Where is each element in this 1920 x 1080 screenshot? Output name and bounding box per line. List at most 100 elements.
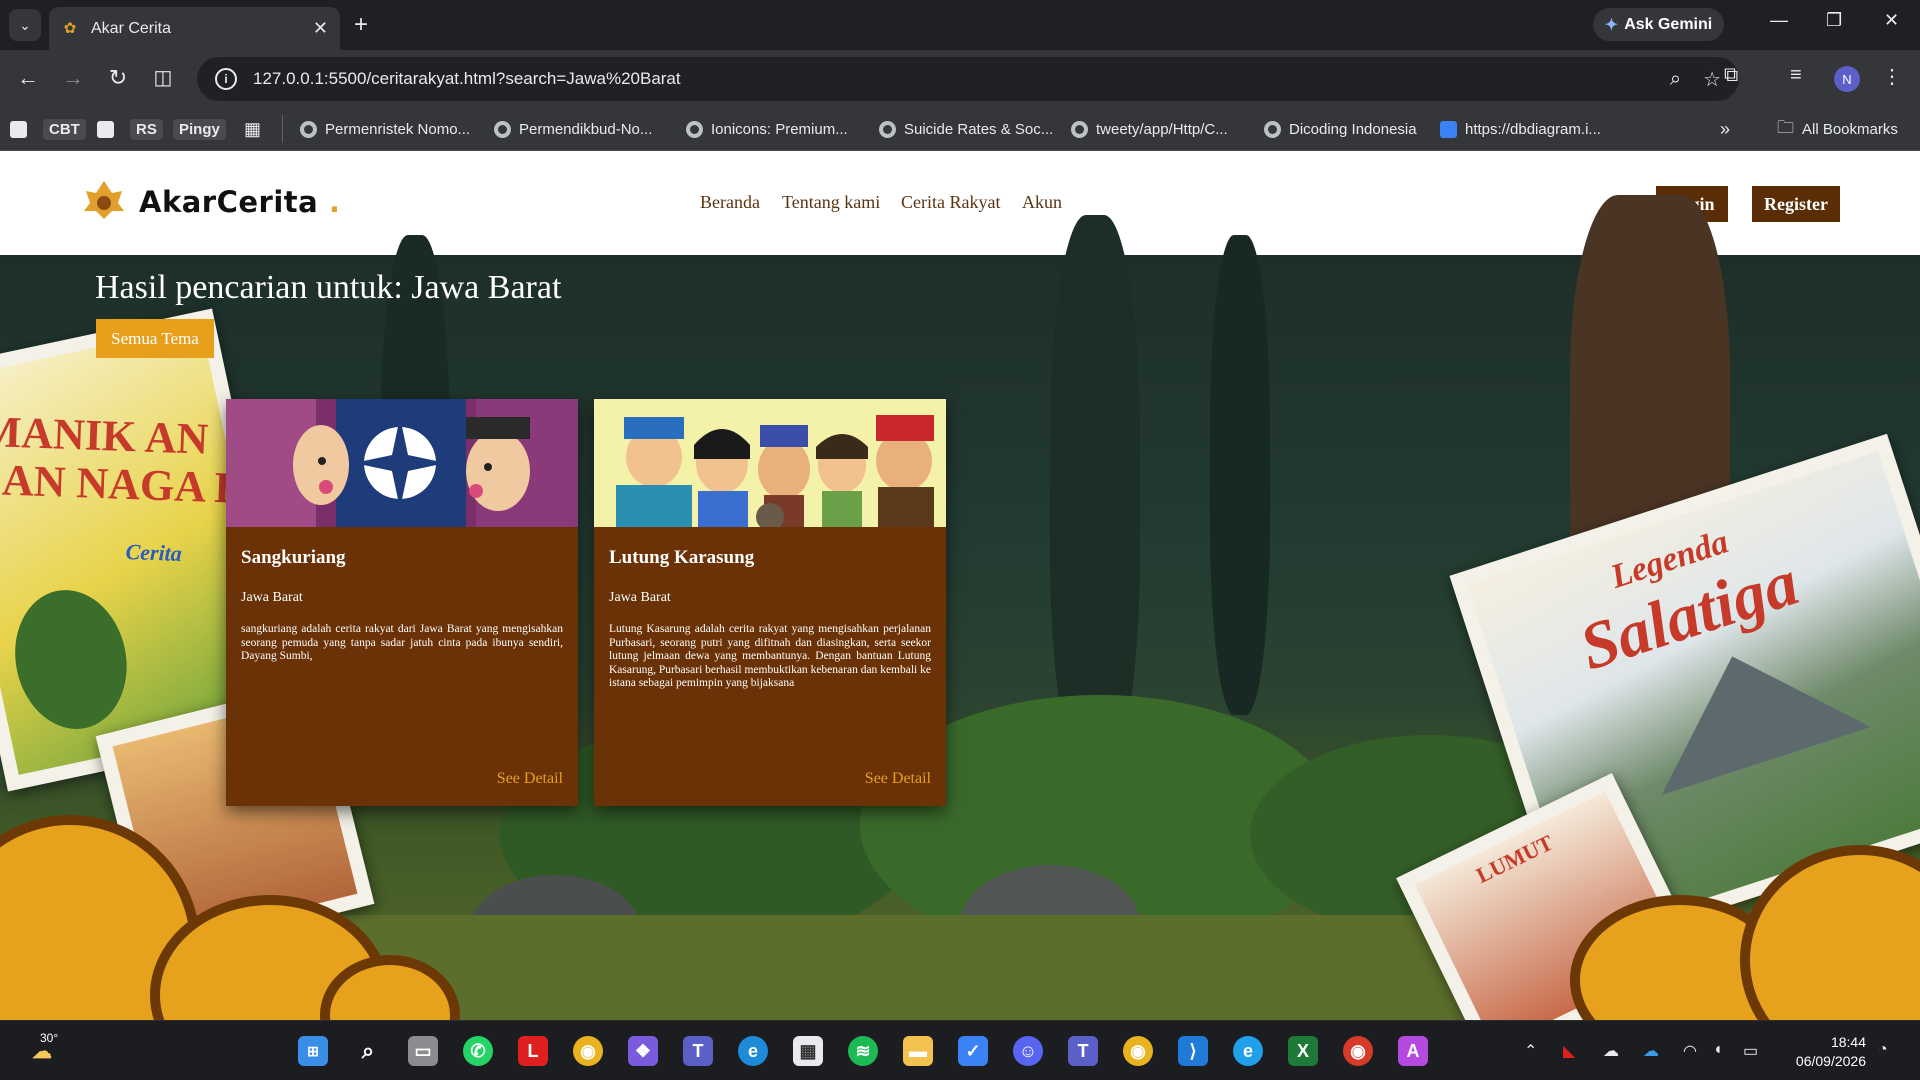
bookmark-star-icon[interactable]: ☆ <box>1703 67 1721 92</box>
vscode-icon[interactable]: ⟩ <box>1178 1036 1208 1066</box>
copilot-icon[interactable]: ❖ <box>628 1036 658 1066</box>
see-detail-link[interactable]: See Detail <box>497 770 563 788</box>
affinity-icon[interactable]: A <box>1398 1036 1428 1066</box>
nav-akun[interactable]: Akun <box>1022 192 1062 213</box>
browser-titlebar: ⌄ ✿ Akar Cerita ✕ + ✦ Ask Gemini — ❐ ✕ <box>0 0 1920 50</box>
reload-icon[interactable]: ↻ <box>104 64 132 92</box>
all-bookmarks-button[interactable]: 🗀 All Bookmarks <box>1777 116 1898 142</box>
site-logo-text[interactable]: AkarCerita . <box>139 185 340 219</box>
globe-icon <box>1264 120 1281 138</box>
bookmark-dbdiagram[interactable]: https://dbdiagram.i... <box>1440 116 1601 142</box>
todo-icon[interactable]: ✓ <box>958 1036 988 1066</box>
zoom-icon[interactable]: ⌕ <box>1670 68 1681 91</box>
back-arrow-icon[interactable]: ← <box>14 64 42 92</box>
search-icon[interactable]: ⌕ <box>353 1036 383 1066</box>
notification-bell-icon[interactable]: ◔ <box>1878 1041 1888 1059</box>
site-info-icon[interactable]: i <box>215 68 237 90</box>
onedrive-tray-icon[interactable]: ☁ <box>1643 1041 1659 1061</box>
bookmark-cbt[interactable]: CBT <box>43 116 86 142</box>
battery-icon[interactable]: ▭ <box>1743 1041 1758 1061</box>
file-explorer-icon[interactable]: ▬ <box>903 1036 933 1066</box>
bookmark-permendikbud[interactable]: Permendikbud-No... <box>494 116 652 142</box>
bookmark-label: Suicide Rates & Soc... <box>904 120 1054 138</box>
browser-tab-active[interactable]: ✿ Akar Cerita ✕ <box>49 7 340 50</box>
search-result-title: Hasil pencarian untuk: Jawa Barat <box>95 269 562 306</box>
windows-start-icon[interactable]: ⊞ <box>298 1036 328 1066</box>
tray-overflow-chevron-icon[interactable]: ⌃ <box>1524 1041 1537 1061</box>
bookmark-dicoding[interactable]: Dicoding Indonesia <box>1264 116 1417 142</box>
bookmark-tweety[interactable]: tweety/app/Http/C... <box>1071 116 1228 142</box>
nav-beranda[interactable]: Beranda <box>700 192 760 213</box>
nav-tentang-kami[interactable]: Tentang kami <box>782 192 880 213</box>
new-tab-button[interactable]: + <box>354 11 368 39</box>
windows-taskbar: ☁ 30° ⊞ ⌕ ▭ ✆ L ◉ ❖ T e ▦ ≋ ▬ ✓ ☺ T ◉ ⟩ … <box>0 1020 1920 1080</box>
more-bookmarks-chevron-icon[interactable]: » <box>1720 116 1730 142</box>
network-cloud-tray-icon[interactable]: ☁ <box>1603 1041 1619 1061</box>
task-view-icon[interactable]: ▭ <box>408 1036 438 1066</box>
story-image-sangkuriang <box>226 399 578 527</box>
akar-cerita-favicon-icon: ✿ <box>63 19 77 37</box>
bookmark-label: RS <box>130 118 163 140</box>
chrome-icon[interactable]: ◉ <box>573 1036 603 1066</box>
see-detail-link[interactable]: See Detail <box>865 770 931 788</box>
bookmark-label: CBT <box>43 118 86 140</box>
discord-icon[interactable]: ☺ <box>1013 1036 1043 1066</box>
bookmark-page-icon <box>97 120 114 138</box>
bookmark-ionicons[interactable]: Ionicons: Premium... <box>686 116 848 142</box>
card-title[interactable]: Lutung Karasung <box>609 547 754 569</box>
story-card-sangkuriang[interactable]: Sangkuriang Jawa Barat sangkuriang adala… <box>226 399 578 806</box>
spotify-icon[interactable]: ≋ <box>848 1036 878 1066</box>
forward-arrow-icon[interactable]: → <box>59 64 87 92</box>
akar-cerita-logo-icon[interactable] <box>82 179 126 221</box>
restore-window-icon[interactable]: ❐ <box>1826 10 1842 31</box>
bookmark-blank-2[interactable] <box>97 116 114 142</box>
close-tab-icon[interactable]: ✕ <box>313 18 328 39</box>
bookmark-suicide-rates[interactable]: Suicide Rates & Soc... <box>879 116 1053 142</box>
bg-tree-trunk <box>1050 215 1140 775</box>
edge-beta-icon[interactable]: e <box>1233 1036 1263 1066</box>
close-window-icon[interactable]: ✕ <box>1884 10 1899 31</box>
folder-icon: 🗀 <box>1777 117 1794 137</box>
tab-search-dropdown[interactable]: ⌄ <box>9 9 41 41</box>
bookmark-blank-1[interactable] <box>10 116 27 142</box>
story-card-lutung-karasung[interactable]: Lutung Karasung Jawa Barat Lutung Kasaru… <box>594 399 946 806</box>
bookmark-permenristek[interactable]: Permenristek Nomo... <box>300 116 470 142</box>
globe-icon <box>879 120 896 138</box>
system-clock[interactable]: 18:44 06/09/2026 <box>1783 1033 1866 1071</box>
minimize-window-icon[interactable]: — <box>1770 10 1788 31</box>
profile-avatar[interactable]: N <box>1834 66 1860 92</box>
card-title[interactable]: Sangkuriang <box>241 547 346 569</box>
left-poster-subtitle: Cerita <box>125 539 183 566</box>
globe-icon <box>494 120 511 138</box>
register-button[interactable]: Register <box>1752 186 1840 222</box>
l-app-icon[interactable]: L <box>518 1036 548 1066</box>
ask-gemini-button[interactable]: ✦ Ask Gemini <box>1593 8 1724 41</box>
globe-icon <box>300 120 317 138</box>
bookmark-rs[interactable]: RS <box>130 116 163 142</box>
nav-cerita-rakyat[interactable]: Cerita Rakyat <box>901 192 1000 213</box>
excel-icon[interactable]: X <box>1288 1036 1318 1066</box>
whatsapp-icon[interactable]: ✆ <box>463 1036 493 1066</box>
teams-icon[interactable]: T <box>683 1036 713 1066</box>
more-menu-icon[interactable]: ⋮ <box>1882 64 1902 89</box>
apps-grid-icon[interactable]: ▦ <box>244 116 261 142</box>
web-page: AkarCerita . Beranda Tentang kami Cerita… <box>0 151 1920 1020</box>
address-bar[interactable]: i 127.0.0.1:5500/ceritarakyat.html?searc… <box>197 57 1739 101</box>
chrome-canary-icon[interactable]: ◉ <box>1343 1036 1373 1066</box>
split-view-icon[interactable]: ◫ <box>149 64 177 92</box>
volume-icon[interactable]: ◖ <box>1713 1041 1723 1059</box>
extensions-icon[interactable]: ⧉ <box>1724 64 1738 87</box>
url-text[interactable]: 127.0.0.1:5500/ceritarakyat.html?search=… <box>253 69 1648 89</box>
store-icon[interactable]: ▦ <box>793 1036 823 1066</box>
chevron-down-icon: ⌄ <box>19 16 31 33</box>
chrome-profile-icon[interactable]: ◉ <box>1123 1036 1153 1066</box>
teams-work-icon[interactable]: T <box>1068 1036 1098 1066</box>
edge-icon[interactable]: e <box>738 1036 768 1066</box>
media-controls-icon[interactable]: ≡ <box>1790 64 1802 87</box>
wifi-icon[interactable]: ◠ <box>1683 1041 1697 1061</box>
antivirus-tray-icon[interactable]: ◣ <box>1563 1041 1575 1061</box>
bookmark-pingy[interactable]: Pingy <box>173 116 226 142</box>
clock-time: 18:44 <box>1830 1034 1866 1050</box>
semua-tema-button[interactable]: Semua Tema <box>96 319 214 358</box>
poster-dragon-shape <box>2 579 140 740</box>
